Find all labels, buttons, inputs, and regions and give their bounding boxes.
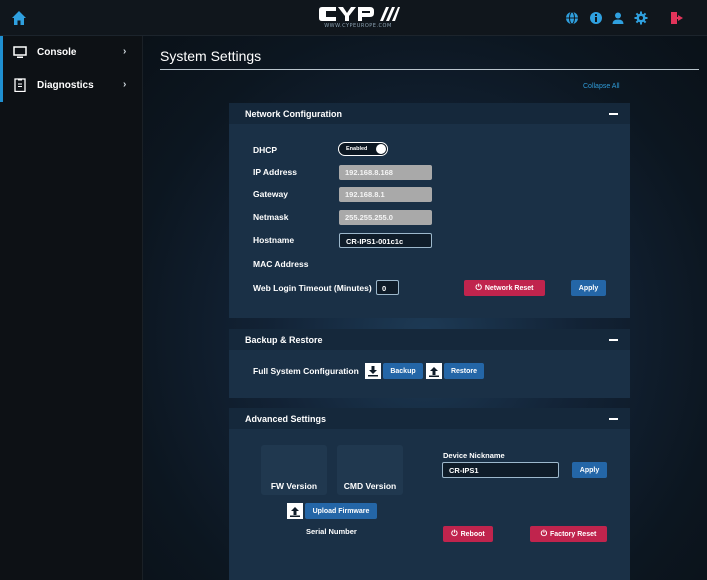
mac-address-label: MAC Address [253,259,309,269]
ip-address-field[interactable]: 192.168.8.168 [339,165,432,180]
sidebar-item-diagnostics[interactable]: Diagnostics › [0,69,142,102]
power-icon: ⏻ [451,529,458,538]
restore-button[interactable]: Restore [444,363,484,379]
minus-icon[interactable] [609,418,618,420]
backup-restore-panel: Backup & Restore Full System Configurati… [229,329,630,398]
gear-icon[interactable] [634,11,648,25]
panel-title: Backup & Restore [245,335,323,345]
network-reset-button[interactable]: ⏻ Network Reset [464,280,545,296]
advanced-apply-button[interactable]: Apply [572,462,607,478]
main-content: System Settings Collapse All Network Con… [143,36,707,580]
globe-icon[interactable] [565,11,579,25]
fw-version-card: FW Version [261,445,327,495]
info-icon[interactable] [589,11,603,25]
dhcp-toggle[interactable]: Enabled [338,142,388,156]
sidebar: Console › Diagnostics › [0,36,143,580]
web-login-timeout-field[interactable]: 0 [376,280,399,295]
upload-icon[interactable] [426,363,442,379]
chevron-right-icon: › [123,79,127,90]
panel-header[interactable]: Network Configuration [229,103,630,124]
netmask-label: Netmask [253,212,289,222]
fw-version-label: FW Version [270,481,318,491]
hostname-label: Hostname [253,235,295,245]
backup-button[interactable]: Backup [383,363,423,379]
button-label: Reboot [460,530,485,538]
title-divider [160,69,699,70]
web-login-timeout-label: Web Login Timeout (Minutes) [253,283,372,293]
panel-title: Network Configuration [245,109,342,119]
minus-icon[interactable] [609,339,618,341]
panel-header[interactable]: Advanced Settings [229,408,630,429]
logout-icon[interactable] [670,11,684,25]
top-bar: WWW.CYPEUROPE.COM [0,0,707,36]
panel-title: Advanced Settings [245,414,327,424]
upload-firmware-button[interactable]: Upload Firmware [305,503,377,519]
device-nickname-field[interactable]: CR-IPS1 [442,462,559,478]
power-icon: ⏻ [475,283,482,292]
chevron-right-icon: › [123,46,127,57]
toggle-state: Enabled [346,145,368,152]
panel-header[interactable]: Backup & Restore [229,329,630,350]
gateway-label: Gateway [253,189,288,199]
gateway-field[interactable]: 192.168.8.1 [339,187,432,202]
advanced-settings-panel: Advanced Settings FW Version CMD Version… [229,408,630,580]
collapse-all-link[interactable]: Collapse All [583,83,620,90]
sidebar-item-label: Console [37,47,77,58]
logo-url: WWW.CYPEUROPE.COM [324,23,392,29]
button-label: Factory Reset [550,530,597,538]
full-system-config-label: Full System Configuration [253,366,359,376]
device-nickname-label: Device Nickname [443,451,505,460]
sidebar-item-console[interactable]: Console › [0,36,142,69]
hostname-field[interactable]: CR-IPS1-001c1c [339,233,432,248]
monitor-icon [13,45,27,59]
clipboard-icon [13,78,27,93]
minus-icon[interactable] [609,113,618,115]
sidebar-item-label: Diagnostics [37,80,94,91]
cmd-version-card: CMD Version [337,445,403,495]
cmd-version-label: CMD Version [343,481,397,491]
network-configuration-panel: Network Configuration DHCP Enabled IP Ad… [229,103,630,318]
toggle-knob [376,144,386,154]
network-apply-button[interactable]: Apply [571,280,606,296]
reboot-button[interactable]: ⏻ Reboot [443,526,493,542]
brand-logo: WWW.CYPEUROPE.COM [316,5,400,32]
home-icon[interactable] [11,10,27,26]
user-icon[interactable] [611,11,625,25]
factory-reset-button[interactable]: ⏻ Factory Reset [530,526,607,542]
page-title: System Settings [160,48,262,64]
serial-number-label: Serial Number [306,527,357,536]
dhcp-label: DHCP [253,145,278,155]
download-icon[interactable] [365,363,381,379]
ip-address-label: IP Address [253,167,297,177]
power-icon: ⏻ [540,529,548,538]
upload-icon[interactable] [287,503,303,519]
button-label: Network Reset [484,284,534,292]
netmask-field[interactable]: 255.255.255.0 [339,210,432,225]
